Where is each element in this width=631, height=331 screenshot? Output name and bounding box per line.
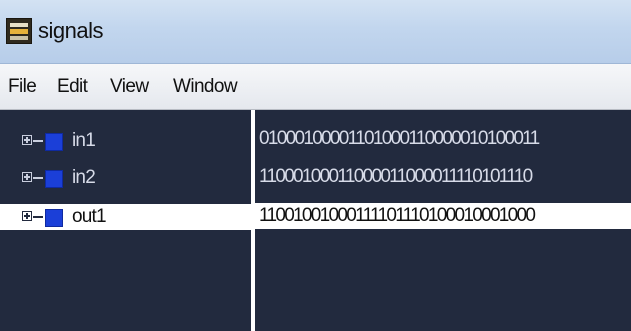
value-row-out1[interactable]: 11001001000111101110100010001000 [255, 203, 631, 229]
signal-row-in1[interactable]: in1 [0, 128, 251, 154]
signal-viewer: in1 in2 out1 010001000011010001100000101… [0, 110, 631, 331]
expand-plus-icon[interactable] [22, 172, 32, 182]
signals-app-icon [6, 18, 32, 44]
window-title: signals [38, 18, 103, 43]
title-bar: signals [0, 0, 631, 64]
tree-connector [33, 177, 43, 179]
signal-row-out1[interactable]: out1 [0, 204, 251, 230]
signal-value: 11001001000111101110100010001000 [259, 205, 536, 226]
expand-plus-icon[interactable] [22, 135, 32, 145]
menu-bar: File Edit View Window [0, 64, 631, 110]
menu-file[interactable]: File [8, 76, 37, 98]
signal-name: in2 [72, 167, 96, 188]
signal-color-swatch [45, 209, 63, 227]
value-row-in1[interactable]: 01000100001101000110000010100011 [255, 126, 631, 152]
menu-window[interactable]: Window [173, 76, 238, 98]
signal-color-swatch [45, 170, 63, 188]
tree-connector [33, 140, 43, 142]
tree-connector [33, 216, 43, 218]
signal-name-pane: in1 in2 out1 [0, 110, 251, 331]
signal-row-in2[interactable]: in2 [0, 165, 251, 191]
signal-color-swatch [45, 133, 63, 151]
menu-view[interactable]: View [110, 76, 149, 98]
signal-value: 01000100001101000110000010100011 [259, 128, 540, 149]
menu-edit[interactable]: Edit [57, 76, 88, 98]
signal-value-pane: 01000100001101000110000010100011 1100010… [255, 110, 631, 331]
signal-name: out1 [72, 206, 107, 227]
value-row-in2[interactable]: 11000100011000011000011110101110 [255, 164, 631, 190]
signal-name: in1 [72, 130, 96, 151]
signal-value: 11000100011000011000011110101110 [259, 166, 533, 187]
expand-plus-icon[interactable] [22, 211, 32, 221]
